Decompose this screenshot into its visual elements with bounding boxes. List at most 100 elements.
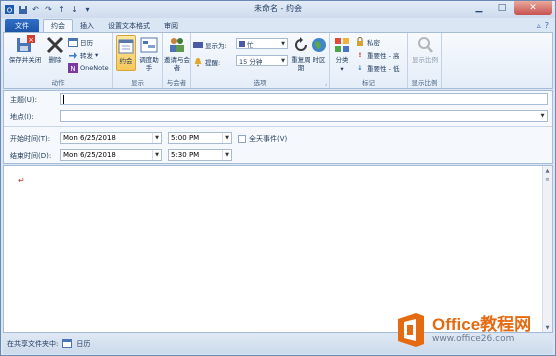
save-close-icon: × xyxy=(15,35,35,55)
watermark-sub: www.office26.com xyxy=(432,334,515,344)
svg-text:N: N xyxy=(70,65,75,73)
private-label: 私密 xyxy=(367,38,380,47)
tab-file[interactable]: 文件 xyxy=(5,19,39,32)
title-bar: O ↶ ↷ ↑ ↓ ▾ 未命名 - 约会 ▁ □ ✕ xyxy=(1,1,555,18)
categorize-button[interactable]: 分类 ▾ xyxy=(332,35,352,73)
bell-icon xyxy=(193,57,203,67)
forward-icon xyxy=(68,50,78,60)
high-importance-button[interactable]: ! 重要性 - 高 xyxy=(355,49,400,60)
timezone-button[interactable]: 时区 xyxy=(309,35,329,64)
magnifier-icon xyxy=(415,35,435,55)
calendar-label: 日历 xyxy=(80,38,93,47)
appointment-form: 主题(U): 地点(I): ▼ 开始时间(T): Mon 6/25/2018 ▼… xyxy=(3,90,553,164)
shared-folder-name[interactable]: 日历 xyxy=(76,339,90,349)
onenote-icon: N xyxy=(68,62,78,73)
save-close-button[interactable]: × 保存并关闭 xyxy=(6,35,44,64)
watermark-main: Office教程网 xyxy=(432,315,532,334)
tab-insert[interactable]: 插入 xyxy=(73,19,101,32)
scroll-split-icon[interactable]: ≡ xyxy=(543,175,552,184)
group-label-zoom: 显示比例 xyxy=(411,79,438,87)
start-date-dropdown-icon: ▼ xyxy=(152,133,161,143)
reminder-value: 15 分钟 xyxy=(239,57,263,66)
onenote-button[interactable]: N OneNote xyxy=(68,62,109,73)
forward-button[interactable]: 转发 ▾ xyxy=(68,49,98,60)
calendar-button[interactable]: 日历 xyxy=(68,36,93,47)
options-launcher-icon[interactable]: ⌟ xyxy=(325,81,327,87)
ribbon-tabs: 文件 约会 插入 设置文本格式 审阅 ▵ ? xyxy=(1,18,555,32)
appointment-icon xyxy=(116,36,136,56)
appointment-view-button[interactable]: 约会 xyxy=(116,35,136,71)
start-time-value: 5:00 PM xyxy=(171,134,200,142)
invite-attendees-label: 邀请与会者 xyxy=(164,56,190,72)
delete-button[interactable]: 删除 xyxy=(44,35,66,64)
scheduling-assistant-button[interactable]: 调度助手 xyxy=(138,35,160,72)
group-zoom: 显示比例 显示比例 xyxy=(408,33,442,88)
office-logo-icon xyxy=(394,311,428,349)
help-icon[interactable]: ? xyxy=(545,21,549,30)
forward-dropdown-icon: ▾ xyxy=(95,50,99,59)
end-date-input[interactable]: Mon 6/25/2018 ▼ xyxy=(60,149,162,161)
group-label-show: 显示 xyxy=(131,79,144,87)
zoom-label: 显示比例 xyxy=(412,56,438,64)
all-day-label: 全天事件(V) xyxy=(249,135,288,143)
tab-appointment[interactable]: 约会 xyxy=(43,19,73,32)
minimize-button[interactable]: ▁ xyxy=(468,1,490,15)
all-day-box[interactable] xyxy=(238,135,246,143)
high-importance-label: 重要性 - 高 xyxy=(367,51,400,60)
reminder-select[interactable]: 15 分钟 ▼ xyxy=(236,55,288,66)
calendar-folder-icon xyxy=(62,338,73,350)
scheduling-label: 调度助手 xyxy=(139,56,159,72)
group-label-actions: 动作 xyxy=(51,79,65,87)
reminder-row: 提醒: xyxy=(193,56,220,67)
calendar-icon xyxy=(68,37,78,47)
subject-input[interactable] xyxy=(60,93,548,105)
all-day-checkbox[interactable]: 全天事件(V) xyxy=(238,134,287,144)
low-importance-button[interactable]: ↓ 重要性 - 低 xyxy=(355,62,399,73)
group-label-attendees: 与会者 xyxy=(166,79,187,87)
tab-review[interactable]: 审阅 xyxy=(157,19,185,32)
start-time-label: 开始时间(T): xyxy=(10,135,51,143)
maximize-button[interactable]: □ xyxy=(491,1,513,15)
paragraph-mark: ↵ xyxy=(18,176,25,185)
zoom-button[interactable]: 显示比例 xyxy=(408,35,442,64)
tab-format-text[interactable]: 设置文本格式 xyxy=(101,19,157,32)
low-importance-label: 重要性 - 低 xyxy=(367,64,400,73)
appointment-view-label: 约会 xyxy=(119,57,133,65)
group-show: 约会 调度助手 显示 xyxy=(113,33,163,88)
end-time-input[interactable]: 5:30 PM ▼ xyxy=(168,149,232,161)
end-date-dropdown-icon: ▼ xyxy=(152,150,161,160)
location-label: 地点(I): xyxy=(10,113,34,121)
show-as-value: 忙 xyxy=(247,40,254,49)
save-close-label: 保存并关闭 xyxy=(8,56,42,64)
private-button[interactable]: 私密 xyxy=(355,36,380,47)
reminder-dropdown-icon: ▼ xyxy=(281,57,285,64)
end-time-dropdown-icon: ▼ xyxy=(222,150,231,160)
show-as-icon xyxy=(193,40,203,50)
busy-swatch-icon xyxy=(239,40,245,47)
categorize-icon xyxy=(332,35,352,55)
onenote-label: OneNote xyxy=(80,63,109,72)
start-date-value: Mon 6/25/2018 xyxy=(63,134,116,142)
svg-text:×: × xyxy=(28,36,34,44)
low-importance-icon: ↓ xyxy=(357,63,363,72)
shared-folder-label: 在共享文件夹中: xyxy=(7,340,59,348)
end-date-value: Mon 6/25/2018 xyxy=(63,151,116,159)
ribbon: × 保存并关闭 删除 日历 转发 ▾ N OneNote 动作 约会 调度助手 … xyxy=(3,32,553,89)
scroll-up-icon[interactable]: ▲ xyxy=(543,166,552,175)
categorize-label: 分类 xyxy=(335,56,349,64)
invite-attendees-button[interactable]: 邀请与会者 xyxy=(164,35,190,72)
location-input[interactable]: ▼ xyxy=(60,110,548,122)
group-label-tags: 标记 xyxy=(362,79,375,87)
start-time-input[interactable]: 5:00 PM ▼ xyxy=(168,132,232,144)
group-tags: 分类 ▾ 私密 ! 重要性 - 高 ↓ 重要性 - 低 标记 xyxy=(330,33,408,88)
categorize-dropdown-icon: ▾ xyxy=(340,65,344,73)
lock-icon xyxy=(355,36,365,47)
close-button[interactable]: ✕ xyxy=(514,1,552,15)
location-dropdown-icon: ▼ xyxy=(540,113,545,119)
timezone-label: 时区 xyxy=(312,56,326,64)
start-date-input[interactable]: Mon 6/25/2018 ▼ xyxy=(60,132,162,144)
collapse-ribbon-icon[interactable]: ▵ xyxy=(537,21,541,30)
reminder-label: 提醒: xyxy=(205,58,221,67)
subject-label: 主题(U): xyxy=(10,96,37,104)
show-as-select[interactable]: 忙 ▼ xyxy=(236,38,288,49)
